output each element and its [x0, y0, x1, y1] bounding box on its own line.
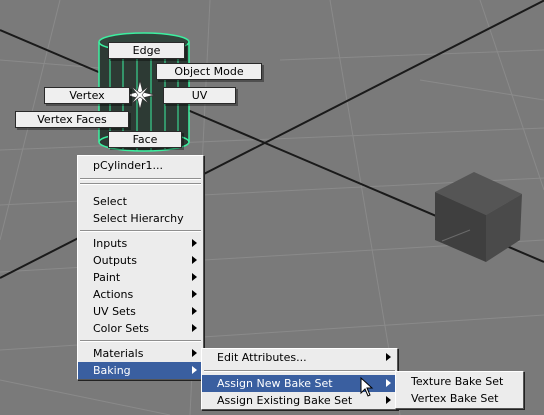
menu-item-assign-existing-bake-set-label: Assign Existing Bake Set — [217, 394, 353, 407]
menu-item-color-sets-label: Color Sets — [93, 322, 150, 335]
submenu-arrow-icon — [192, 307, 197, 315]
menu-item-paint[interactable]: Paint — [78, 269, 203, 286]
menu-separator — [80, 178, 201, 180]
menu-item-baking[interactable]: Baking — [78, 362, 203, 379]
menu-item-texture-bake-set[interactable]: Texture Bake Set — [396, 373, 523, 390]
menu-item-edit-attributes-label: Edit Attributes... — [217, 351, 307, 364]
mouse-cursor-icon — [360, 377, 374, 397]
menu-item-outputs[interactable]: Outputs — [78, 252, 203, 269]
menu-item-vertex-bake-set-label: Vertex Bake Set — [411, 392, 499, 405]
menu-item-inputs[interactable]: Inputs — [78, 235, 203, 252]
menu-separator — [204, 370, 395, 372]
menu-item-edit-attributes[interactable]: Edit Attributes... — [202, 349, 397, 367]
menu-item-outputs-label: Outputs — [93, 254, 137, 267]
submenu-arrow-icon — [192, 366, 197, 374]
menu-item-select-hierarchy-label: Select Hierarchy — [93, 212, 184, 225]
submenu-arrow-icon — [192, 273, 197, 281]
marking-menu-vertex[interactable]: Vertex — [44, 87, 130, 104]
submenu-arrow-icon — [386, 353, 391, 361]
menu-item-paint-label: Paint — [93, 271, 121, 284]
menu-item-object-name-label: pCylinder1... — [93, 159, 164, 172]
marking-menu-uv[interactable]: UV — [163, 87, 236, 104]
marking-menu-object-mode[interactable]: Object Mode — [156, 63, 262, 80]
menu-separator — [80, 230, 201, 232]
menu-separator — [80, 183, 201, 185]
submenu-arrow-icon — [192, 239, 197, 247]
marking-menu-face[interactable]: Face — [108, 131, 182, 148]
submenu-arrow-icon — [192, 256, 197, 264]
submenu-arrow-icon — [386, 396, 391, 404]
submenu-arrow-icon — [386, 379, 391, 387]
menu-item-materials[interactable]: Materials — [78, 345, 203, 362]
menu-item-color-sets[interactable]: Color Sets — [78, 320, 203, 337]
menu-item-uv-sets-label: UV Sets — [93, 305, 136, 318]
menu-item-inputs-label: Inputs — [93, 237, 128, 250]
menu-item-select-label: Select — [93, 195, 127, 208]
menu-item-actions-label: Actions — [93, 288, 134, 301]
menu-item-select-hierarchy[interactable]: Select Hierarchy — [78, 210, 203, 227]
menu-item-texture-bake-set-label: Texture Bake Set — [411, 375, 504, 388]
menu-item-materials-label: Materials — [93, 347, 144, 360]
menu-item-vertex-bake-set[interactable]: Vertex Bake Set — [396, 390, 523, 407]
submenu-arrow-icon — [192, 349, 197, 357]
bake-set-submenu: Texture Bake Set Vertex Bake Set — [395, 371, 524, 409]
submenu-arrow-icon — [192, 324, 197, 332]
object-context-menu: pCylinder1... Select Select Hierarchy In… — [77, 155, 204, 380]
menu-item-actions[interactable]: Actions — [78, 286, 203, 303]
submenu-arrow-icon — [192, 290, 197, 298]
menu-item-baking-label: Baking — [93, 364, 131, 377]
marking-menu-edge[interactable]: Edge — [108, 42, 185, 59]
menu-item-assign-new-bake-set-label: Assign New Bake Set — [217, 377, 333, 390]
menu-separator — [80, 340, 201, 342]
menu-item-select[interactable]: Select — [78, 193, 203, 210]
menu-item-uv-sets[interactable]: UV Sets — [78, 303, 203, 320]
menu-item-object-name[interactable]: pCylinder1... — [78, 156, 203, 175]
marking-menu-vertex-faces[interactable]: Vertex Faces — [15, 111, 129, 128]
